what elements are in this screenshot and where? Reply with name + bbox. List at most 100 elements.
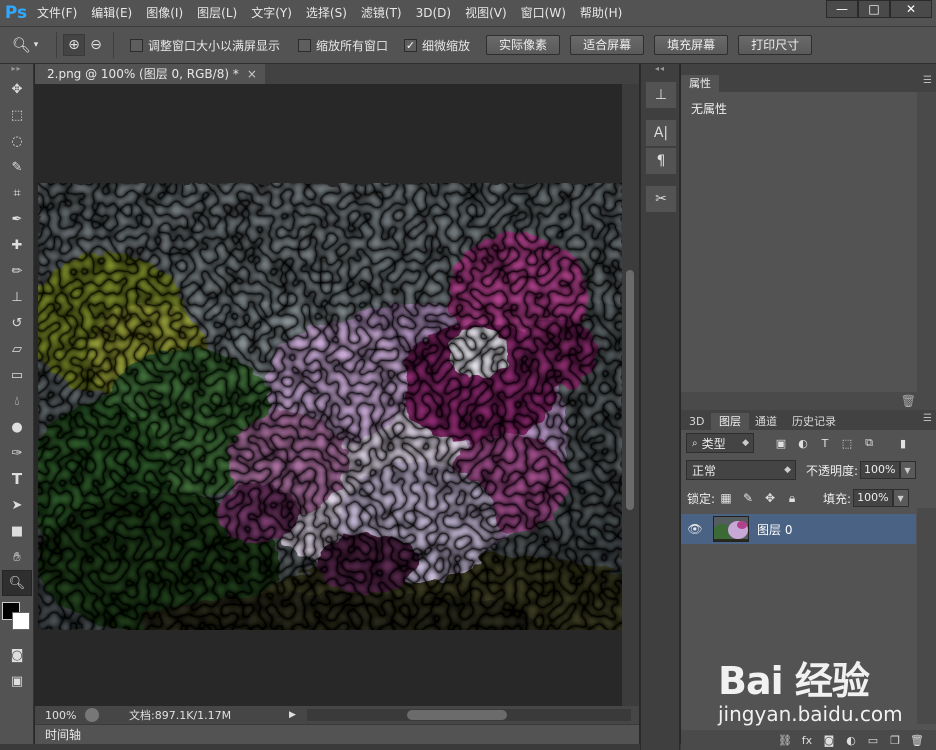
menu-type[interactable]: 文字(Y) [244,0,299,26]
resize-windows-checkbox[interactable]: 调整窗口大小以满屏显示 [130,37,280,54]
tool-presets-panel-icon[interactable]: ✂ [646,186,676,212]
opacity-dropdown-icon[interactable]: ▼ [899,461,916,479]
trash-icon[interactable]: 🗑︎ [906,734,928,747]
blur-tool-icon[interactable]: 💧︎ [2,388,32,414]
fill-dropdown-icon[interactable]: ▼ [892,489,909,507]
menu-edit[interactable]: 编辑(E) [84,0,139,26]
lock-transparent-icon[interactable]: ▦ [715,491,737,505]
pen-tool-icon[interactable]: ✑ [2,440,32,466]
clone-source-panel-icon[interactable]: ⊥ [646,82,676,108]
fill-screen-button[interactable]: 填充屏幕 [654,35,729,55]
scrollbar-thumb[interactable] [407,710,507,720]
pixel-filter-icon[interactable]: ▣ [770,433,792,453]
menu-image[interactable]: 图像(I) [139,0,190,26]
crop-tool-icon[interactable]: ⌗ [2,180,32,206]
fit-screen-button[interactable]: 适合屏幕 [570,35,645,55]
gradient-tool-icon[interactable]: ▭ [2,362,32,388]
fill-field[interactable]: 100% [853,489,893,507]
panel-menu-icon[interactable]: ☰ [923,75,932,86]
character-panel-icon[interactable]: A| [646,120,676,146]
layer-style-icon[interactable]: fx [796,734,818,747]
quick-selection-tool-icon[interactable]: ✎ [2,154,32,180]
type-tool-icon[interactable]: T [2,466,32,492]
menu-3d[interactable]: 3D(D) [409,0,458,26]
checkbox-box[interactable] [298,38,312,52]
add-mask-icon[interactable]: ◙ [818,734,840,747]
zoom-out-icon[interactable]: ⊖ [85,34,107,56]
shape-tool-icon[interactable]: ■ [2,518,32,544]
menu-filter[interactable]: 滤镜(T) [354,0,409,26]
lock-all-icon[interactable]: 🔒︎ [781,491,803,506]
scrubby-zoom-checkbox[interactable]: ✓ 细微缩放 [404,37,470,54]
canvas-horizontal-scrollbar[interactable] [307,709,631,721]
canvas-area[interactable] [35,84,622,704]
eyedropper-tool-icon[interactable]: ✒ [2,206,32,232]
zoom-all-windows-checkbox[interactable]: 缩放所有窗口 [298,37,388,54]
menu-file[interactable]: 文件(F) [30,0,84,26]
zoom-in-icon[interactable]: ⊕ [63,34,85,56]
canvas-vertical-scrollbar[interactable] [622,84,639,706]
zoom-tool-preset-icon[interactable]: 🔍︎ ▾ [0,31,50,59]
menu-help[interactable]: 帮助(H) [573,0,629,26]
link-layers-icon[interactable]: ⛓︎ [774,734,796,747]
document-tab[interactable]: 2.png @ 100% (图层 0, RGB/8) * × [35,64,265,84]
hand-tool-icon[interactable]: ✋︎ [2,544,32,570]
type-filter-icon[interactable]: T [814,433,836,453]
document-image[interactable] [38,183,622,630]
lock-image-icon[interactable]: ✎ [737,491,759,505]
tab-layers[interactable]: 图层 [711,413,749,430]
panel-grip[interactable]: ◂◂ [641,64,679,76]
paragraph-panel-icon[interactable]: ¶ [646,148,676,174]
clone-stamp-tool-icon[interactable]: ⊥ [2,284,32,310]
actual-pixels-button[interactable]: 实际像素 [486,35,561,55]
layer-row[interactable]: 👁︎ 图层 0 [681,514,916,544]
shape-filter-icon[interactable]: ⬚ [836,433,858,453]
status-options-icon[interactable] [85,708,99,722]
checkbox-box[interactable] [130,38,143,52]
trash-icon[interactable]: 🗑︎ [901,394,916,408]
close-tab-icon[interactable]: × [247,67,257,81]
print-size-button[interactable]: 打印尺寸 [738,35,813,55]
eraser-tool-icon[interactable]: ▱ [2,336,32,362]
maximize-button[interactable]: □ [858,0,890,18]
smart-object-filter-icon[interactable]: ⧉ [858,433,880,453]
filter-toggle-icon[interactable]: ▮ [892,433,914,453]
eye-icon[interactable]: 👁︎ [681,522,709,536]
checkmark-icon[interactable]: ✓ [404,38,418,52]
new-group-icon[interactable]: ▭ [862,734,884,747]
screen-mode-icon[interactable]: ▣ [2,668,32,694]
panel-menu-icon[interactable]: ☰ [923,413,932,424]
brush-tool-icon[interactable]: ✏ [2,258,32,284]
opacity-field[interactable]: 100% [860,461,900,479]
background-color-swatch[interactable] [12,612,30,630]
new-layer-icon[interactable]: ❐ [884,734,906,747]
timeline-panel-tab[interactable]: 时间轴 [35,724,639,744]
properties-scrollbar[interactable] [917,92,936,392]
layer-name[interactable]: 图层 0 [757,521,792,538]
adjustment-layer-icon[interactable]: ◐ [840,734,862,747]
tab-properties[interactable]: 属性 [681,75,719,92]
quick-mask-icon[interactable]: ◙ [2,642,32,668]
history-brush-tool-icon[interactable]: ↺ [2,310,32,336]
menu-select[interactable]: 选择(S) [299,0,354,26]
scrollbar-thumb[interactable] [626,270,634,510]
dodge-tool-icon[interactable]: ● [2,414,32,440]
status-menu-arrow-icon[interactable]: ▶ [289,710,299,720]
adjustment-filter-icon[interactable]: ◐ [792,433,814,453]
menu-layer[interactable]: 图层(L) [190,0,244,26]
healing-brush-tool-icon[interactable]: ✚ [2,232,32,258]
panel-grip[interactable]: ▸▸ [0,64,33,76]
tab-channels[interactable]: 通道 [747,413,785,430]
tab-history[interactable]: 历史记录 [784,413,844,430]
zoom-tool-icon[interactable]: 🔍︎ [2,570,32,596]
tab-3d[interactable]: 3D [681,413,712,430]
move-tool-icon[interactable]: ✥ [2,76,32,102]
close-button[interactable]: ✕ [890,0,932,18]
path-selection-tool-icon[interactable]: ➤ [2,492,32,518]
marquee-tool-icon[interactable]: ⬚ [2,102,32,128]
lock-position-icon[interactable]: ✥ [759,491,781,505]
minimize-button[interactable]: — [826,0,858,18]
menu-window[interactable]: 窗口(W) [514,0,573,26]
blend-mode-select[interactable]: 正常 ◆ [686,460,796,480]
layer-filter-select[interactable]: ⌕ 类型 ◆ [686,433,754,453]
